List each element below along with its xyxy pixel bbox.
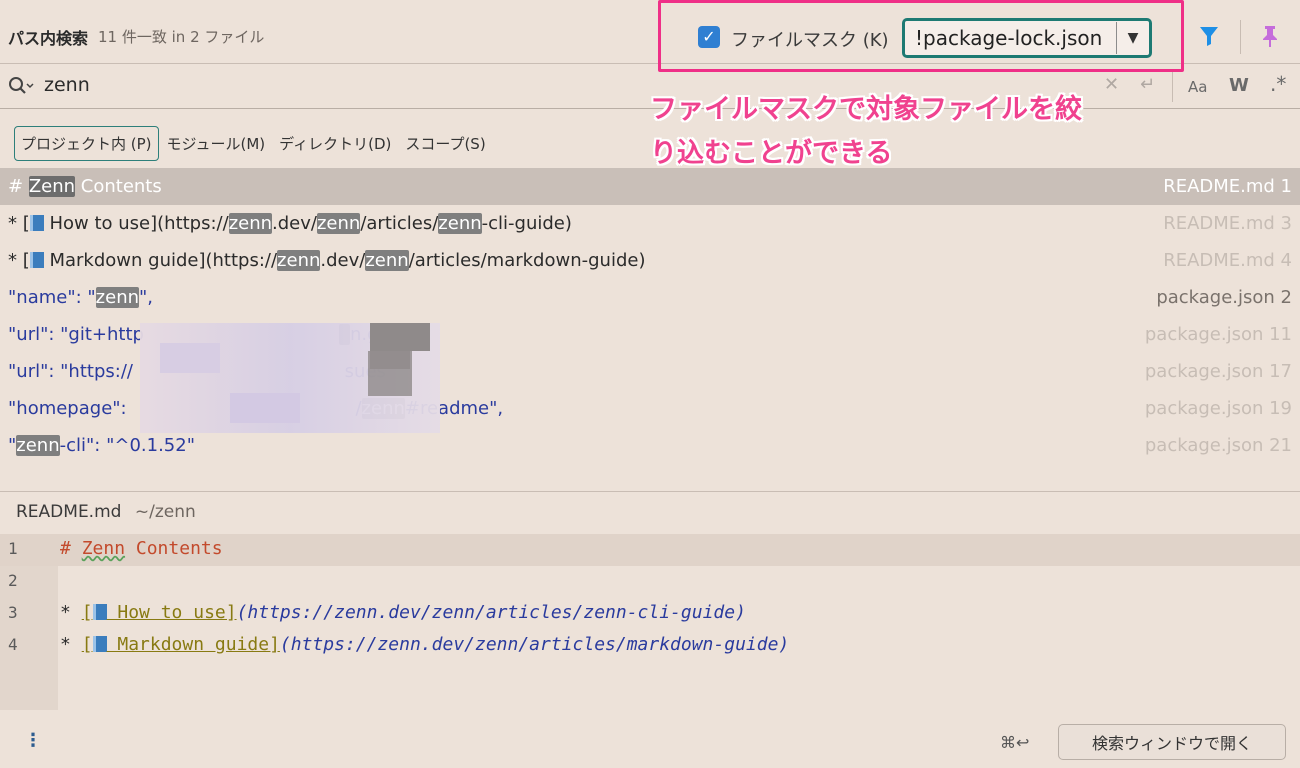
- result-file: package.json 19: [1144, 398, 1292, 419]
- toolbar-divider: [1240, 20, 1241, 54]
- open-shortcut: ⌘↩: [1000, 733, 1030, 752]
- result-row[interactable]: * [ Markdown guide](https://zenn.dev/zen…: [0, 242, 1300, 279]
- result-file: README.md 4: [1163, 250, 1292, 271]
- book-icon: [92, 636, 107, 652]
- file-mask-value[interactable]: !package-lock.json: [905, 26, 1116, 50]
- callout-line-1: ファイルマスクで対象ファイルを絞: [650, 94, 1082, 125]
- tab-directory[interactable]: ディレクトリ(D): [273, 127, 397, 160]
- line-number: 2: [8, 571, 18, 590]
- tab-project[interactable]: プロジェクト内 (P): [14, 126, 159, 161]
- book-icon: [29, 215, 44, 231]
- whole-words-icon[interactable]: W: [1229, 75, 1249, 96]
- code-line: 3 * [ How to use](https://zenn.dev/zenn/…: [0, 598, 1300, 630]
- redacted-area: [140, 323, 440, 433]
- line-number: 3: [8, 603, 18, 622]
- tab-scope[interactable]: スコープ(S): [399, 127, 491, 160]
- file-mask-select[interactable]: !package-lock.json ▼: [902, 18, 1152, 58]
- code-text: * [ How to use](https://zenn.dev/zenn/ar…: [60, 602, 746, 623]
- preview-divider: [0, 491, 1300, 492]
- result-text: * [ Markdown guide](https://zenn.dev/zen…: [8, 250, 646, 271]
- open-in-find-window-button[interactable]: 検索ウィンドウで開く: [1058, 724, 1286, 760]
- code-line: 2: [0, 566, 1300, 598]
- result-file: README.md 3: [1163, 213, 1292, 234]
- book-icon: [29, 252, 44, 268]
- preview-file-path: ~/zenn: [134, 502, 196, 522]
- preview-header: README.md ~/zenn: [16, 502, 196, 522]
- search-divider: [1172, 72, 1173, 102]
- code-line: 1 # Zenn Contents: [0, 534, 1300, 566]
- result-row[interactable]: # Zenn Contents README.md 1: [0, 168, 1300, 205]
- result-text: "zenn-cli": "^0.1.52": [8, 435, 195, 456]
- more-options-icon[interactable]: ⋮: [24, 730, 42, 751]
- result-file: package.json 17: [1144, 361, 1292, 382]
- tab-module[interactable]: モジュール(M): [161, 127, 272, 160]
- pin-icon[interactable]: [1260, 24, 1280, 48]
- annotation-callout: ファイルマスクで対象ファイルを絞 り込むことができる: [650, 88, 1170, 176]
- result-row[interactable]: "name": "zenn", package.json 2: [0, 279, 1300, 316]
- regex-icon[interactable]: .*: [1270, 72, 1286, 96]
- result-file: package.json 2: [1156, 287, 1292, 308]
- result-row[interactable]: * [ How to use](https://zenn.dev/zenn/ar…: [0, 205, 1300, 242]
- book-icon: [92, 604, 107, 620]
- page-title: パス内検索: [8, 28, 89, 48]
- result-file: README.md 1: [1163, 176, 1292, 197]
- result-text: * [ How to use](https://zenn.dev/zenn/ar…: [8, 213, 572, 234]
- match-case-icon[interactable]: Aa: [1188, 78, 1207, 96]
- result-file: package.json 21: [1144, 435, 1292, 456]
- search-icon: [9, 77, 34, 94]
- line-number: 1: [8, 539, 18, 558]
- code-line: 4 * [ Markdown guide](https://zenn.dev/z…: [0, 630, 1300, 662]
- chevron-down-icon[interactable]: ▼: [1117, 30, 1149, 46]
- line-number: 4: [8, 635, 18, 654]
- code-text: # Zenn Contents: [60, 538, 223, 559]
- result-text: "name": "zenn",: [8, 287, 154, 308]
- file-mask-checkbox[interactable]: ✓: [698, 26, 720, 48]
- file-mask-label: ファイルマスク (K): [731, 30, 889, 51]
- code-text: * [ Markdown guide](https://zenn.dev/zen…: [60, 634, 790, 655]
- preview-file-name: README.md: [16, 502, 122, 522]
- code-preview[interactable]: 1 # Zenn Contents 2 3 * [ How to use](ht…: [0, 534, 1300, 710]
- result-text: # Zenn Contents: [8, 176, 162, 197]
- result-file: package.json 11: [1144, 324, 1292, 345]
- search-input[interactable]: [44, 74, 744, 96]
- scope-tabs: プロジェクト内 (P) モジュール(M) ディレクトリ(D) スコープ(S): [14, 126, 494, 161]
- match-count: 11 件一致 in 2 ファイル: [98, 28, 265, 46]
- funnel-icon[interactable]: [1198, 24, 1220, 48]
